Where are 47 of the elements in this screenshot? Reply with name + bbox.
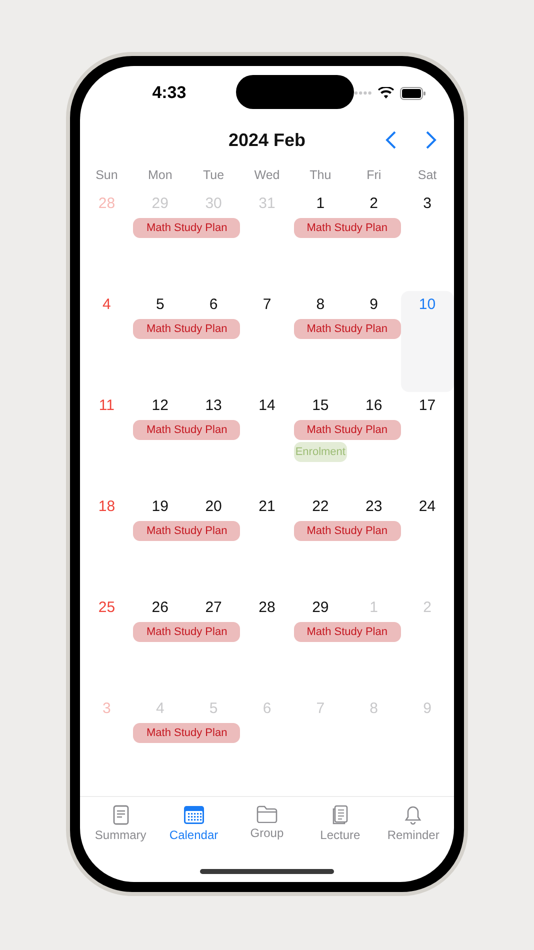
day-cell[interactable]: 25 xyxy=(80,594,134,695)
weekday-label: Tue xyxy=(203,168,224,182)
day-cell[interactable]: 17 xyxy=(400,392,454,493)
event-chip[interactable]: Math Study Plan xyxy=(294,521,401,541)
month-title: 2024 Feb xyxy=(228,130,306,150)
day-cell[interactable]: 11 xyxy=(80,392,134,493)
folder-icon xyxy=(256,805,278,823)
event-chip[interactable]: Math Study Plan xyxy=(133,218,240,238)
day-cell[interactable]: 21 xyxy=(240,493,294,594)
event-chip[interactable]: Math Study Plan xyxy=(294,319,401,339)
day-cell[interactable]: 14 xyxy=(240,392,294,493)
event-chip[interactable]: Math Study Plan xyxy=(133,622,240,642)
tab-item[interactable]: Calendar xyxy=(158,805,229,842)
event-chip[interactable]: Math Study Plan xyxy=(294,218,401,238)
weekday-label: Fri xyxy=(366,168,382,182)
event-chip[interactable]: Math Study Plan xyxy=(133,319,240,339)
weekday-label: Mon xyxy=(148,168,172,182)
chevron-right-icon xyxy=(425,130,437,150)
signal-icon xyxy=(354,91,372,95)
weekday-label: Thu xyxy=(310,168,332,182)
day-cell[interactable]: 4 xyxy=(80,291,134,392)
weekday-label: Sat xyxy=(418,168,437,182)
event-chip[interactable]: Math Study Plan xyxy=(294,420,401,440)
chevron-left-icon xyxy=(385,130,397,150)
day-cell[interactable]: 10 xyxy=(400,291,454,392)
battery-icon xyxy=(400,86,426,100)
day-cell[interactable]: 3 xyxy=(400,190,454,291)
weekday-label: Wed xyxy=(254,168,280,182)
tab-item[interactable]: Group xyxy=(232,805,302,842)
wifi-icon xyxy=(378,87,394,99)
weekday-label: Sun xyxy=(96,168,118,182)
pages-icon xyxy=(331,805,350,825)
document-icon xyxy=(112,805,130,825)
day-cell[interactable]: 28 xyxy=(240,594,294,695)
day-cell[interactable]: 7 xyxy=(240,291,294,392)
tab-item[interactable]: Lecture xyxy=(305,805,376,842)
event-chip[interactable]: Math Study Plan xyxy=(133,521,240,541)
event-chip[interactable]: Math Study Plan xyxy=(133,723,240,743)
bell-icon xyxy=(404,805,422,825)
tab-item[interactable]: Summary xyxy=(86,805,156,842)
day-cell[interactable]: 24 xyxy=(400,493,454,594)
status-time: 4:33 xyxy=(151,83,188,103)
day-cell[interactable]: 18 xyxy=(80,493,134,594)
calendar-icon xyxy=(182,805,205,825)
tab-item[interactable]: Reminder xyxy=(378,805,448,842)
event-chip[interactable]: Math Study Plan xyxy=(133,420,240,440)
event-chip[interactable]: Math Study Plan xyxy=(294,622,401,642)
